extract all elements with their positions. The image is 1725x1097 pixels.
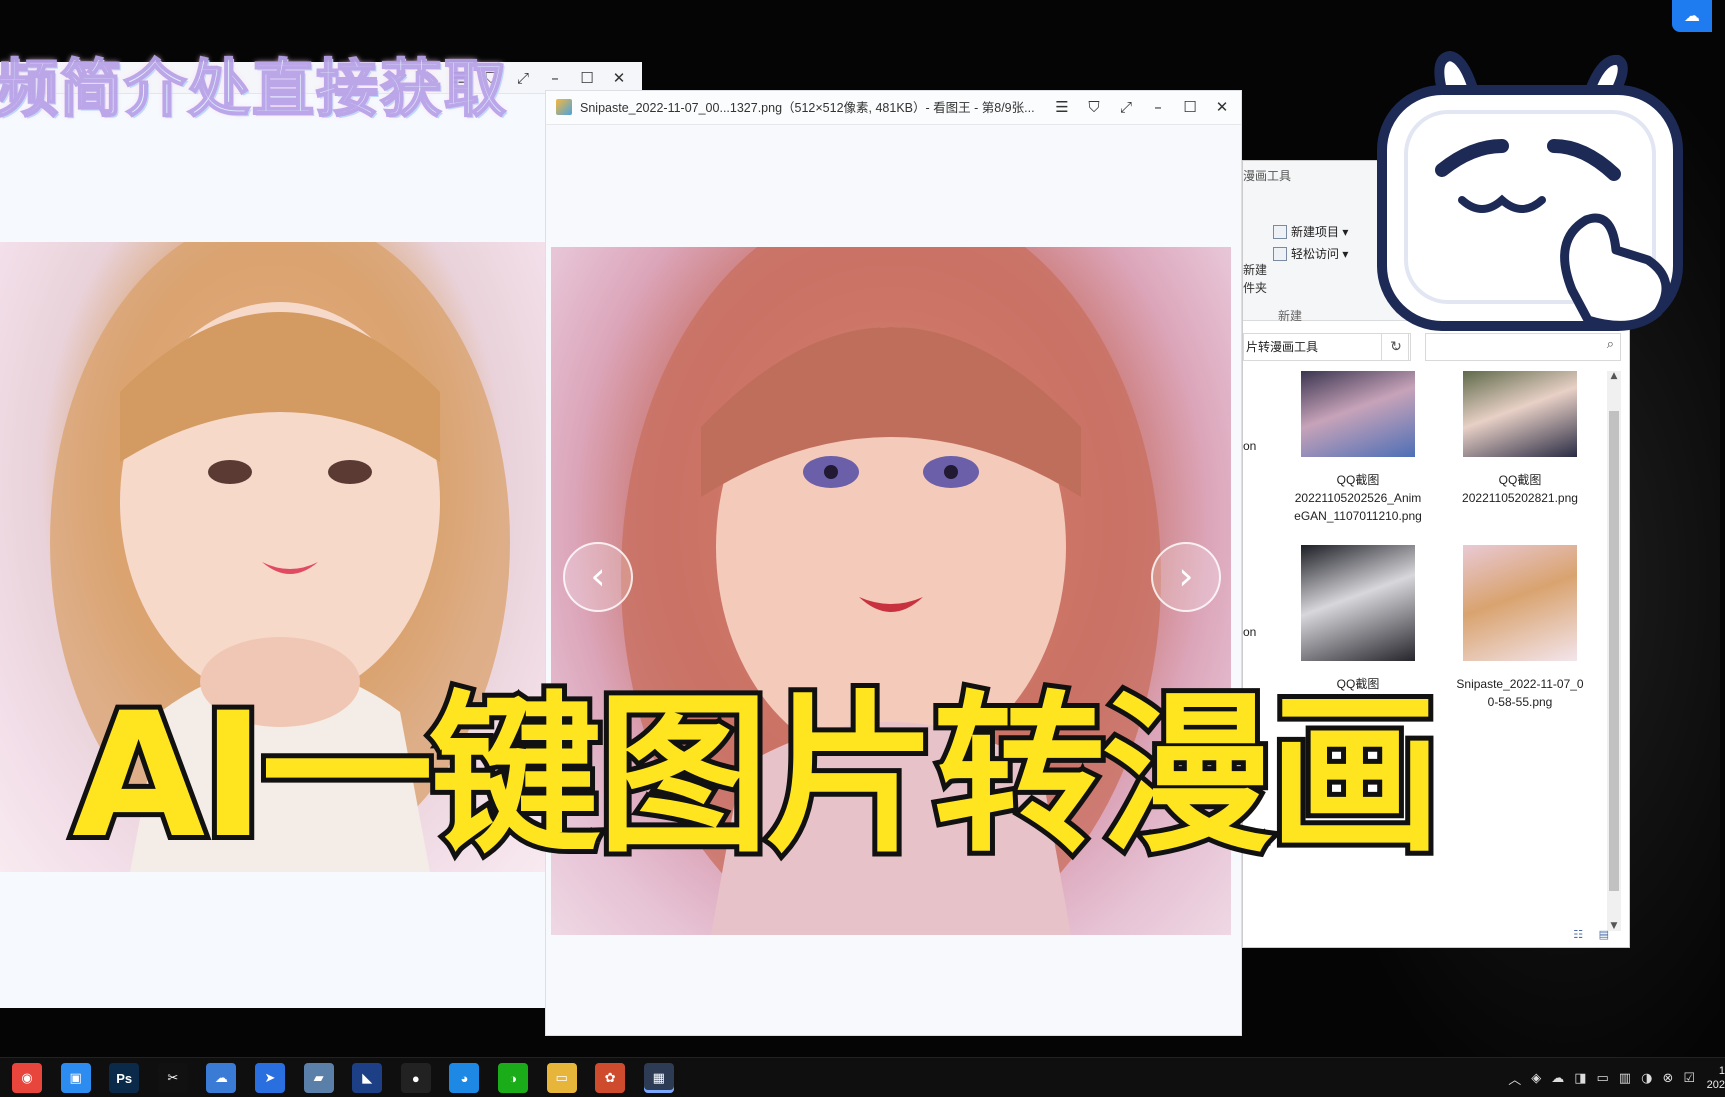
maximize-icon[interactable]: ☐ [1177, 94, 1203, 120]
bilibili-tv-mascot [1377, 50, 1683, 331]
vertical-scrollbar[interactable]: ▲ ▼ [1607, 371, 1621, 931]
easy-access-button[interactable]: 轻松访问 ▾ [1273, 245, 1348, 262]
list-item-partial[interactable]: on [1243, 439, 1256, 453]
kantuwang-app-icon [556, 99, 572, 115]
list-item[interactable]: QQ截图 20221105202821.png [1455, 371, 1585, 507]
tray-icon[interactable]: ▥ [1619, 1071, 1631, 1086]
list-item[interactable]: Snipaste_2022-11-07_00-58-55.png [1455, 545, 1585, 711]
minimize-icon[interactable]: – [1145, 94, 1171, 120]
new-folder-label-2[interactable]: 件夹 [1243, 279, 1267, 296]
view-mode-icon[interactable]: ☷ ▤ [1573, 928, 1615, 941]
system-tray: ︿ ◈ ☁ ◨ ▭ ▥ ◑ ⊗ ☑ [1508, 1058, 1695, 1097]
maximize-icon[interactable]: ☐ [574, 65, 600, 91]
ribbon-group-new: 新建 [1278, 309, 1303, 323]
qq-icon[interactable]: ◕ [449, 1063, 480, 1093]
notes-icon[interactable]: ▰ [303, 1063, 334, 1093]
photoshop-icon[interactable]: Ps [109, 1063, 140, 1093]
taskbar: ◉ ▣ Ps ✂ ☁ ➤ ▰ ◣ ● ◕ ◑ ▭ ✿ ▦ ︿ ◈ ☁ ◨ ▭ ▥ ◑ ⊗ ☑ 1 202 [0, 1057, 1725, 1097]
window-title: Snipaste_2022-11-07_00...1327.png（512×51… [580, 101, 1035, 115]
previous-image-button[interactable]: ‹ [563, 542, 633, 612]
file-thumbnail [1301, 545, 1415, 661]
new-item-icon [1273, 224, 1287, 239]
tray-icon[interactable]: ◑ [1641, 1071, 1652, 1086]
clock[interactable]: 1 202 [1697, 1064, 1725, 1092]
kantuwang-viewer-window: Snipaste_2022-11-07_00...1327.png（512×51… [545, 90, 1242, 1036]
tray-icon[interactable]: ︿ [1508, 1069, 1521, 1088]
folder-icon[interactable]: ▭ [546, 1063, 577, 1093]
headline-title: AI一键图片转漫画 [67, 675, 1446, 876]
file-thumbnail [1463, 545, 1577, 661]
next-image-button[interactable]: › [1151, 542, 1221, 612]
record-icon[interactable]: ● [400, 1063, 431, 1093]
file-name: Snipaste_2022-11-07_00-58-55.png [1456, 677, 1584, 709]
feishu-icon[interactable]: ➤ [255, 1063, 285, 1093]
baidu-netdisk-icon[interactable]: ☁ [206, 1063, 237, 1093]
tray-icon[interactable]: ▭ [1597, 1071, 1609, 1086]
file-name: QQ截图 20221105202821.png [1462, 473, 1578, 505]
visual-studio-icon[interactable]: ◣ [352, 1063, 383, 1093]
center-viewer-controls: ☰ ⛉ ⤢ – ☐ ✕ [1049, 91, 1235, 123]
tray-icon[interactable]: ◈ [1531, 1071, 1541, 1086]
list-item-partial[interactable]: on [1243, 625, 1256, 639]
tray-icon[interactable]: ☑ [1683, 1071, 1695, 1086]
close-icon[interactable]: ✕ [606, 65, 632, 91]
file-name: QQ截图 20221105202526_AnimeGAN_1107011210.… [1294, 473, 1422, 523]
list-item[interactable]: QQ截图 20221105202526_AnimeGAN_1107011210.… [1293, 371, 1423, 525]
scrollbar-thumb[interactable] [1609, 411, 1619, 891]
new-item-label: 新建项目 ▾ [1291, 225, 1349, 239]
address-path: 片转漫画工具 [1246, 340, 1319, 354]
chrome-icon[interactable]: ◉ [12, 1063, 42, 1093]
flower-app-icon[interactable]: ✿ [595, 1063, 626, 1093]
file-thumbnail [1301, 371, 1415, 457]
minimize-icon[interactable]: – [542, 65, 568, 91]
image-viewer-icon[interactable]: ▦ [643, 1063, 674, 1093]
new-folder-label-1[interactable]: 新建 [1243, 261, 1267, 278]
tray-icon[interactable]: ◨ [1574, 1071, 1586, 1086]
skin-icon[interactable]: ⛉ [1081, 94, 1107, 120]
fullscreen-icon[interactable]: ⤢ [510, 65, 536, 91]
scroll-up-icon[interactable]: ▲ [1607, 371, 1621, 381]
ribbon-tab-tools[interactable]: 漫画工具 [1243, 167, 1291, 184]
tray-icon[interactable]: ⊗ [1662, 1071, 1673, 1086]
top-caption-text: 频简介处直接获取 [0, 54, 509, 125]
capcut-icon[interactable]: ✂ [157, 1063, 188, 1093]
tray-icon[interactable]: ☁ [1551, 1071, 1564, 1086]
easy-access-icon [1273, 246, 1287, 261]
cloud-sync-icon[interactable]: ☁ [1672, 0, 1712, 32]
file-thumbnail [1463, 371, 1577, 457]
center-viewer-titlebar[interactable]: Snipaste_2022-11-07_00...1327.png（512×51… [546, 91, 1241, 125]
wechat-icon[interactable]: ◑ [498, 1063, 528, 1093]
easy-access-label: 轻松访问 ▾ [1291, 247, 1349, 261]
close-icon[interactable]: ✕ [1209, 94, 1235, 120]
menu-icon[interactable]: ☰ [1049, 94, 1075, 120]
fullscreen-icon[interactable]: ⤢ [1113, 94, 1139, 120]
new-item-button[interactable]: 新建项目 ▾ [1273, 223, 1348, 240]
file-manager-icon[interactable]: ▣ [60, 1063, 91, 1093]
